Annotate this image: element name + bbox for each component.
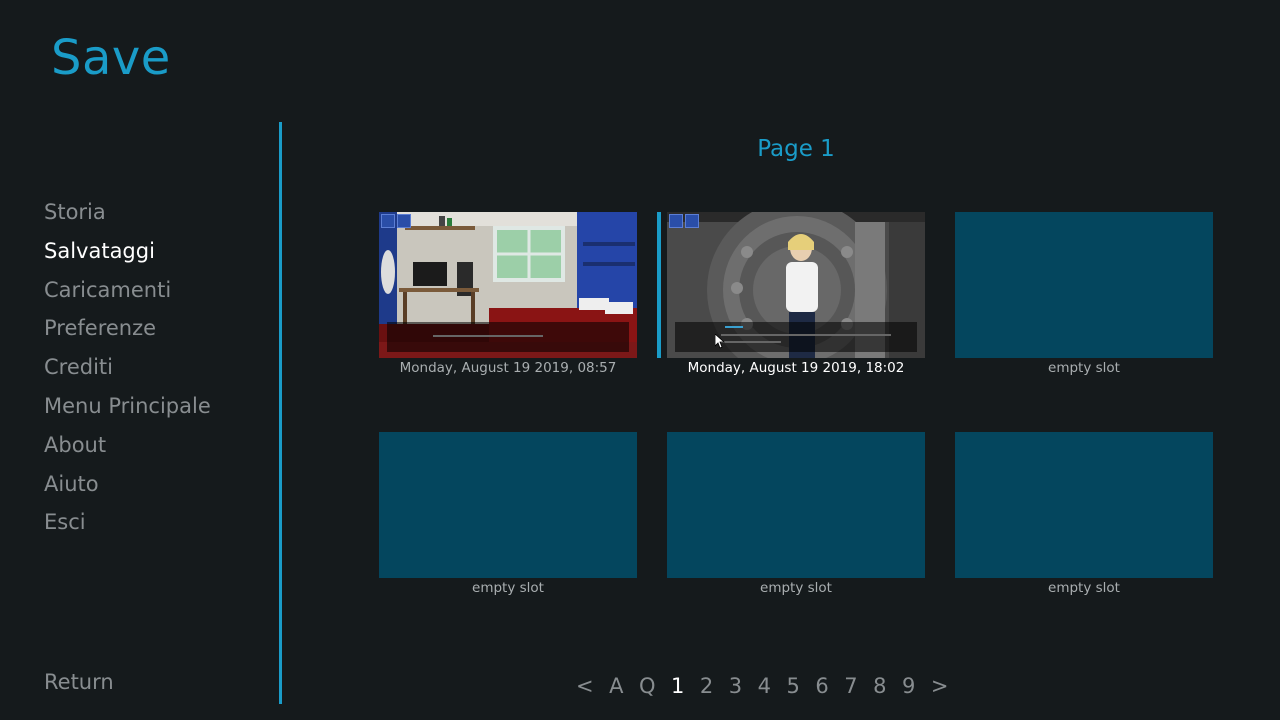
empty-slot-thumbnail — [955, 432, 1213, 578]
page-4-button[interactable]: 4 — [758, 674, 771, 698]
page-7-button[interactable]: 7 — [844, 674, 857, 698]
main-menu: Storia Salvataggi Caricamenti Preferenze… — [44, 196, 211, 545]
game-hud-icons — [669, 214, 699, 228]
page-navigation: < A Q 1 2 3 4 5 6 7 8 9 > — [576, 672, 964, 700]
page-auto-button[interactable]: A — [609, 674, 623, 698]
save-slot-label: Monday, August 19 2019, 08:57 — [399, 360, 617, 376]
previous-page-button[interactable]: < — [576, 674, 594, 698]
empty-slot-thumbnail — [667, 432, 925, 578]
game-hud-icons — [381, 214, 411, 228]
save-slot-4[interactable]: empty slot — [379, 432, 637, 596]
page-1-button[interactable]: 1 — [671, 674, 684, 698]
menu-item-esci[interactable]: Esci — [44, 506, 211, 545]
dialogue-box — [387, 322, 629, 352]
menu-item-crediti[interactable]: Crediti — [44, 351, 211, 390]
save-slot-label: Monday, August 19 2019, 18:02 — [687, 360, 905, 376]
save-slot-6[interactable]: empty slot — [955, 432, 1213, 596]
next-page-button[interactable]: > — [931, 674, 949, 698]
save-slot-5[interactable]: empty slot — [667, 432, 925, 596]
save-slot-3[interactable]: empty slot — [955, 212, 1213, 376]
dialogue-box — [675, 322, 917, 352]
save-thumbnail-bedroom — [379, 212, 637, 358]
menu-item-preferenze[interactable]: Preferenze — [44, 312, 211, 351]
save-slot-2[interactable]: Monday, August 19 2019, 18:02 — [657, 212, 925, 376]
empty-slot-thumbnail — [379, 432, 637, 578]
save-slot-label: empty slot — [1048, 580, 1120, 596]
sidebar-divider — [279, 122, 282, 704]
menu-item-menu-principale[interactable]: Menu Principale — [44, 390, 211, 429]
save-slot-1[interactable]: Monday, August 19 2019, 08:57 — [379, 212, 637, 376]
menu-item-about[interactable]: About — [44, 429, 211, 468]
save-slot-label: empty slot — [1048, 360, 1120, 376]
page-8-button[interactable]: 8 — [873, 674, 886, 698]
page-quick-button[interactable]: Q — [639, 674, 656, 698]
screen-title: Save — [51, 30, 171, 86]
mouse-cursor-icon — [715, 334, 725, 349]
return-button[interactable]: Return — [44, 670, 114, 694]
save-slot-label: empty slot — [472, 580, 544, 596]
save-thumbnail-vault — [667, 212, 925, 358]
menu-item-aiuto[interactable]: Aiuto — [44, 468, 211, 507]
save-slot-label: empty slot — [760, 580, 832, 596]
menu-item-caricamenti[interactable]: Caricamenti — [44, 274, 211, 313]
slot-selection-indicator — [657, 212, 661, 358]
page-3-button[interactable]: 3 — [729, 674, 742, 698]
page-title: Page 1 — [757, 136, 835, 162]
menu-item-salvataggi[interactable]: Salvataggi — [44, 235, 211, 274]
page-9-button[interactable]: 9 — [902, 674, 915, 698]
page-6-button[interactable]: 6 — [815, 674, 828, 698]
menu-item-storia[interactable]: Storia — [44, 196, 211, 235]
page-2-button[interactable]: 2 — [700, 674, 713, 698]
empty-slot-thumbnail — [955, 212, 1213, 358]
page-5-button[interactable]: 5 — [787, 674, 800, 698]
